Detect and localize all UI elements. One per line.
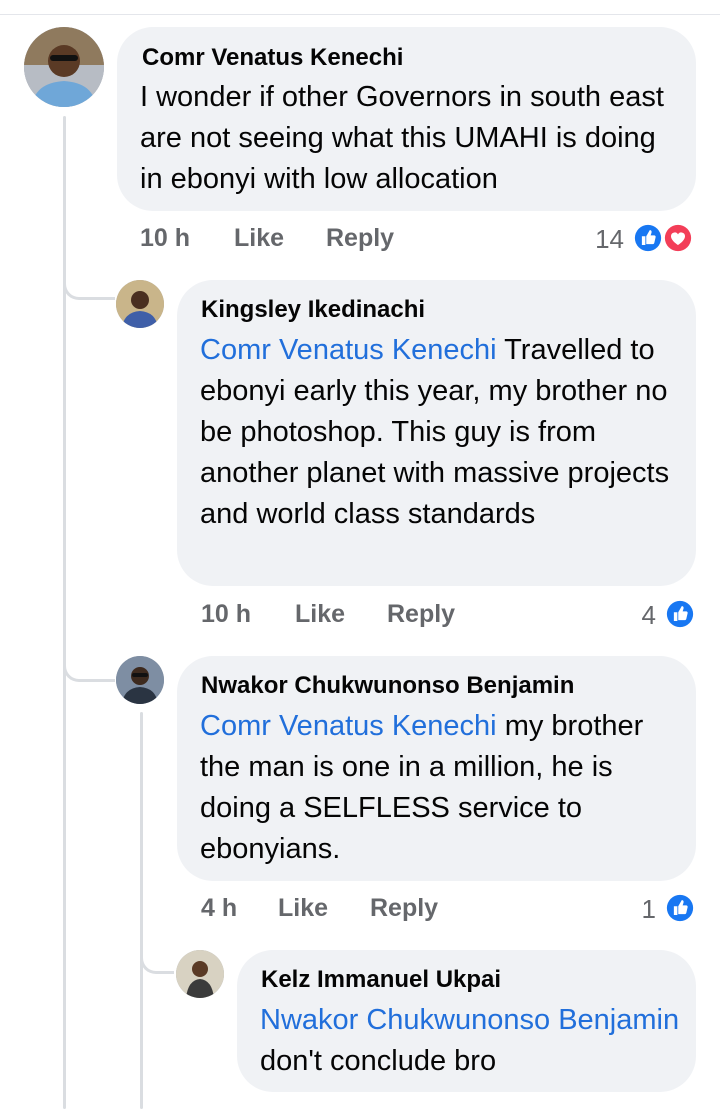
like-button[interactable]: Like: [295, 600, 345, 629]
reaction-count: 4: [641, 600, 656, 630]
thread-elbow-reply-3: [140, 944, 174, 974]
thread-line-main: [63, 116, 66, 1109]
comment-author[interactable]: Comr Venatus Kenechi: [142, 43, 403, 73]
timestamp[interactable]: 10 h: [140, 224, 190, 253]
like-icon: [664, 892, 696, 924]
comment-text: Comr Venatus Kenechi my brother the man …: [200, 706, 670, 870]
comment-author[interactable]: Nwakor Chukwunonso Benjamin: [201, 671, 574, 701]
comment-actions: 10 h Like Reply: [201, 596, 501, 632]
like-button[interactable]: Like: [278, 894, 328, 923]
thread-line-nested: [140, 712, 143, 1109]
comment-bubble[interactable]: Kingsley Ikedinachi Comr Venatus Kenechi…: [177, 280, 696, 586]
comment-author[interactable]: Kelz Immanuel Ukpai: [261, 965, 501, 995]
like-button[interactable]: Like: [234, 224, 284, 253]
reply-button[interactable]: Reply: [326, 224, 394, 253]
comment-body: don't conclude bro: [260, 1045, 497, 1077]
timestamp[interactable]: 4 h: [201, 894, 237, 923]
user-photo-icon: [176, 950, 224, 998]
avatar[interactable]: [24, 27, 104, 107]
comment-author[interactable]: Kingsley Ikedinachi: [201, 295, 425, 325]
comment-text: I wonder if other Governors in south eas…: [140, 77, 680, 200]
reaction-count: 14: [595, 224, 624, 254]
thread-elbow-reply-1: [63, 270, 115, 300]
timestamp[interactable]: 10 h: [201, 600, 251, 629]
avatar[interactable]: [176, 950, 224, 998]
comment-text: Nwakor Chukwunonso Benjamin don't conclu…: [260, 1000, 680, 1082]
reply-button[interactable]: Reply: [370, 894, 438, 923]
thread-elbow-reply-2: [63, 652, 115, 682]
top-divider: [0, 14, 720, 15]
user-photo-icon: [116, 280, 164, 328]
mention-link[interactable]: Nwakor Chukwunonso Benjamin: [260, 1004, 679, 1036]
like-icon: [664, 598, 696, 630]
comment-bubble[interactable]: Comr Venatus Kenechi I wonder if other G…: [117, 27, 696, 211]
comment-bubble[interactable]: Kelz Immanuel Ukpai Nwakor Chukwunonso B…: [237, 950, 696, 1092]
reaction-summary[interactable]: 4: [620, 596, 698, 632]
mention-link[interactable]: Comr Venatus Kenechi: [200, 710, 497, 742]
comment-body: I wonder if other Governors in south eas…: [140, 81, 664, 195]
avatar[interactable]: [116, 656, 164, 704]
user-photo-icon: [116, 656, 164, 704]
comment-bubble[interactable]: Nwakor Chukwunonso Benjamin Comr Venatus…: [177, 656, 696, 881]
love-icon: [662, 222, 694, 254]
reaction-summary[interactable]: 1: [620, 890, 698, 926]
like-icon: [632, 222, 664, 254]
reaction-summary[interactable]: 14: [590, 220, 698, 256]
mention-link[interactable]: Comr Venatus Kenechi: [200, 334, 497, 366]
comment-text: Comr Venatus Kenechi Travelled to ebonyi…: [200, 330, 670, 535]
comment-actions: 10 h Like Reply: [140, 220, 440, 256]
user-photo-icon: [24, 27, 104, 107]
reply-button[interactable]: Reply: [387, 600, 455, 629]
avatar[interactable]: [116, 280, 164, 328]
reaction-count: 1: [641, 894, 656, 924]
comment-actions: 4 h Like Reply: [201, 890, 501, 926]
